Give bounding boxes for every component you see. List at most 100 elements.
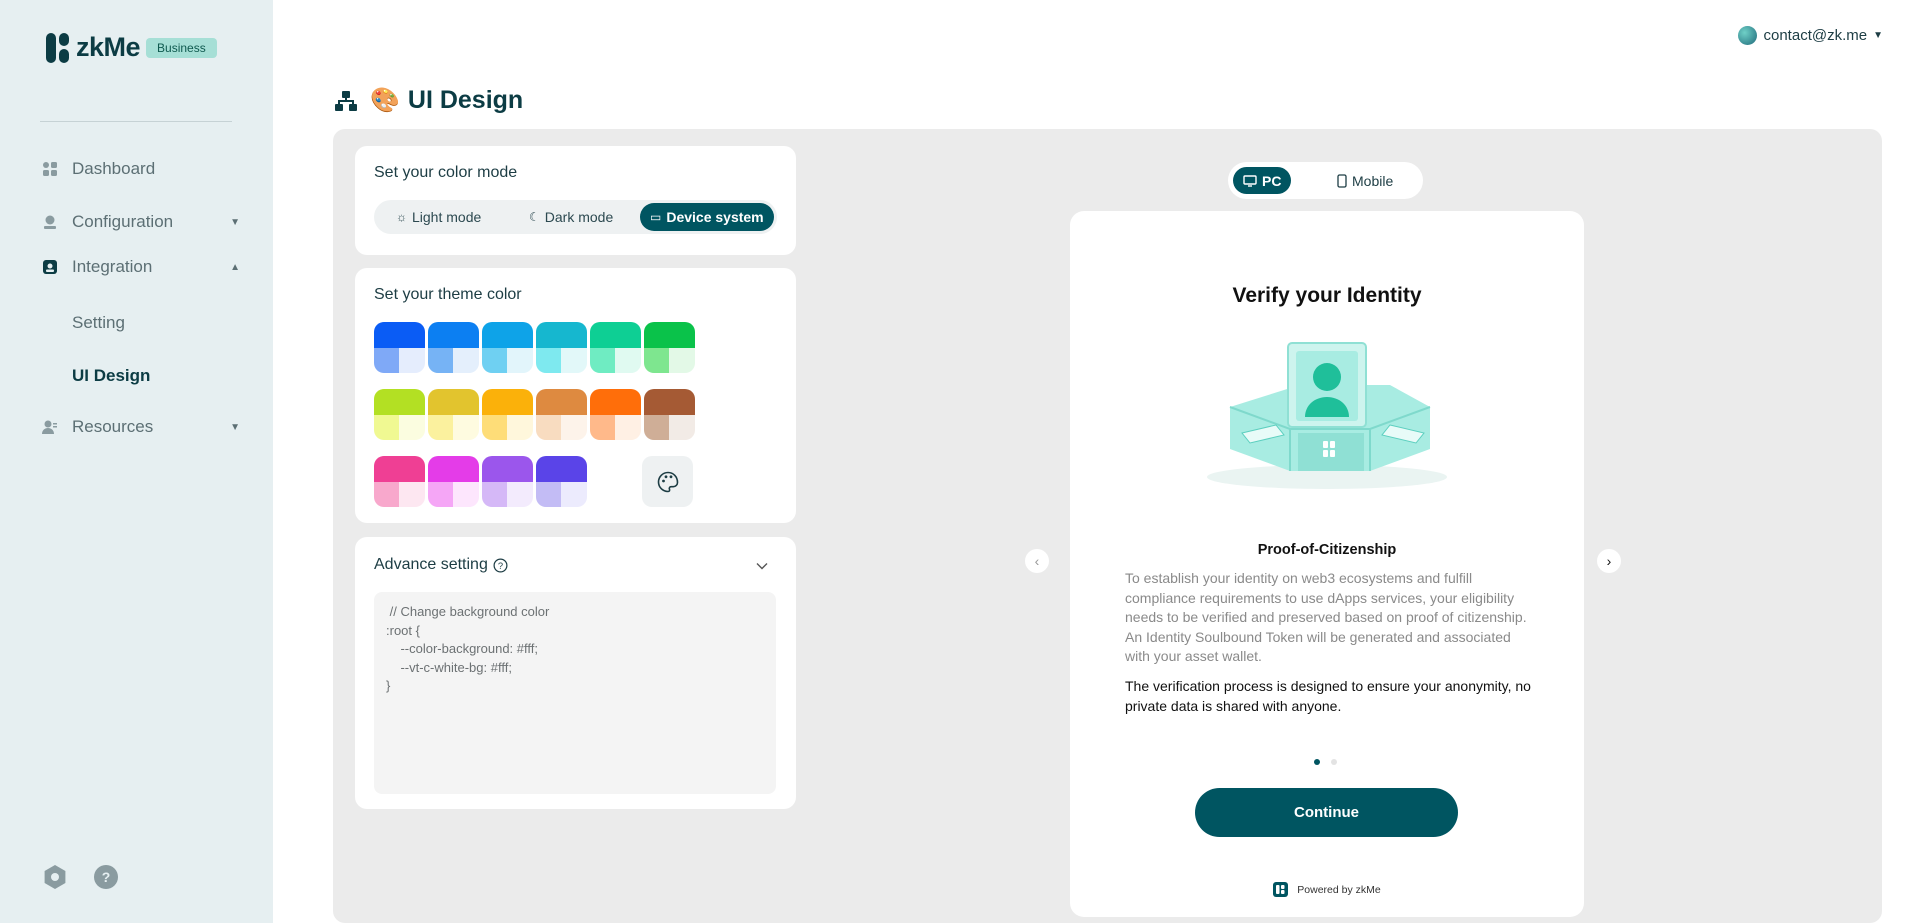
page-title-text: UI Design (407, 86, 524, 114)
theme-swatch[interactable] (536, 389, 587, 440)
laptop-icon: ▭ (650, 210, 662, 224)
code-line: --color-background: #fff; (386, 641, 538, 656)
theme-color-title: Set your theme color (374, 286, 522, 303)
continue-button[interactable]: Continue (1195, 788, 1458, 837)
brand-logo[interactable]: zkMe Business (46, 32, 217, 63)
powered-by-text: Powered by zkMe (1297, 883, 1381, 896)
theme-swatch[interactable] (428, 389, 479, 440)
theme-swatch[interactable] (374, 322, 425, 373)
chevron-up-icon: ▲ (230, 261, 240, 273)
theme-swatch[interactable] (374, 389, 425, 440)
theme-swatch[interactable] (428, 322, 479, 373)
help-circle-icon[interactable]: ? (493, 558, 508, 573)
monitor-icon (1243, 174, 1257, 187)
chevron-down-icon: ▼ (230, 216, 240, 228)
resources-icon (42, 420, 57, 434)
caret-down-icon: ▼ (1873, 30, 1883, 41)
advance-setting-card: Advance setting ? // Change background c… (355, 537, 796, 809)
sidebar-divider (40, 121, 232, 122)
preview-title: Verify your Identity (1232, 284, 1422, 307)
theme-color-card: Set your theme color (355, 268, 796, 523)
carousel-prev-button[interactable]: ‹ (1025, 549, 1049, 573)
mobile-label: Mobile (1352, 172, 1394, 189)
theme-swatch[interactable] (644, 389, 695, 440)
sidebar-subitem-ui-design[interactable]: UI Design (72, 366, 150, 386)
code-line: } (386, 678, 391, 693)
device-system-button[interactable]: ▭ Device system (640, 203, 774, 231)
palette-icon (657, 471, 678, 492)
preview-note: The verification process is designed to … (1125, 678, 1531, 714)
light-mode-button[interactable]: ☼ Light mode (396, 203, 481, 231)
zkme-logo-icon (46, 32, 69, 63)
preview-description: To establish your identity on web3 ecosy… (1125, 570, 1527, 664)
dark-mode-button[interactable]: ☾ Dark mode (529, 203, 613, 231)
identity-kiosk-illustration (1207, 342, 1447, 489)
advance-setting-title: Advance setting (374, 556, 488, 573)
theme-swatch[interactable] (374, 456, 425, 507)
pagination-dot[interactable] (1331, 759, 1337, 765)
theme-swatch[interactable] (644, 322, 695, 373)
sidebar-item-label: Configuration (72, 212, 174, 231)
powered-by: Powered by zkMe (1070, 882, 1584, 897)
custom-color-button[interactable] (642, 456, 693, 507)
css-code-editor[interactable]: // Change background color :root { --col… (374, 592, 776, 794)
svg-text:?: ? (102, 869, 111, 885)
chevron-down-icon: ▼ (230, 421, 240, 433)
chevron-right-icon: › (1606, 553, 1612, 569)
sidebar-item-label: Integration (72, 257, 153, 276)
pc-label: PC (1262, 172, 1282, 189)
sidebar-subitem-setting[interactable]: Setting (72, 313, 125, 333)
integration-icon (43, 260, 57, 274)
dashboard-icon (43, 162, 57, 176)
carousel-next-button[interactable]: › (1597, 549, 1621, 573)
code-line: // Change background color (386, 604, 550, 619)
plan-badge: Business (146, 37, 217, 58)
sitemap-icon (335, 90, 357, 111)
sidebar-item-configuration[interactable]: Configuration ▼ (42, 212, 242, 232)
brand-name: zkMe (76, 32, 141, 62)
zkme-mini-logo-icon (1273, 882, 1289, 897)
carousel-pagination (1314, 759, 1337, 765)
widget-preview: Verify your Identity Proof-of-Citizenshi… (1070, 211, 1584, 917)
sidebar-item-integration[interactable]: Integration ▲ (42, 257, 242, 277)
avatar (1737, 26, 1757, 45)
pagination-dot-active[interactable] (1314, 759, 1320, 765)
title-emoji-icon: 🎨 (370, 87, 400, 114)
code-line: :root { (386, 622, 420, 638)
dark-mode-label: Dark mode (544, 209, 614, 225)
help-icon[interactable]: ? (93, 864, 119, 890)
color-mode-card: Set your color mode ☼ Light mode ☾ Dark mo… (355, 146, 796, 255)
mobile-preview-button[interactable]: Mobile (1327, 167, 1403, 194)
light-mode-label: Light mode (412, 209, 482, 225)
chevron-down-icon[interactable] (756, 562, 768, 570)
phone-icon (1337, 173, 1347, 188)
theme-swatch[interactable] (482, 322, 533, 373)
pc-preview-button[interactable]: PC (1233, 167, 1292, 194)
theme-swatch[interactable] (536, 322, 587, 373)
svg-text:?: ? (498, 560, 503, 570)
preview-subtitle: Proof-of-Citizenship (1257, 542, 1397, 558)
chevron-left-icon: ‹ (1034, 553, 1040, 569)
config-icon (44, 215, 56, 229)
sidebar: zkMe Business Dashboard Configuration ▼ … (0, 0, 273, 923)
sidebar-item-label: Dashboard (72, 159, 156, 178)
theme-swatch[interactable] (482, 456, 533, 507)
moon-icon: ☾ (529, 210, 540, 224)
page-title: 🎨 UI Design (334, 86, 523, 115)
color-mode-selector: ☼ Light mode ☾ Dark mode ▭ Device system (374, 200, 777, 234)
theme-swatch[interactable] (428, 456, 479, 507)
sidebar-item-resources[interactable]: Resources ▼ (42, 417, 242, 437)
user-menu[interactable]: contact@zk.me ▼ (1737, 26, 1883, 45)
device-system-label: Device system (666, 209, 764, 225)
theme-swatch[interactable] (590, 322, 641, 373)
sidebar-item-label: Resources (72, 417, 154, 436)
theme-swatch[interactable] (482, 389, 533, 440)
settings-hex-icon[interactable] (42, 864, 68, 890)
advance-setting-header[interactable]: Advance setting ? (374, 556, 508, 574)
theme-swatch[interactable] (536, 456, 587, 507)
sun-icon: ☼ (396, 210, 407, 224)
code-line: --vt-c-white-bg: #fff; (386, 659, 512, 675)
sidebar-item-dashboard[interactable]: Dashboard (42, 159, 242, 179)
device-preview-toggle: PC Mobile (1228, 162, 1423, 199)
theme-swatch[interactable] (590, 389, 641, 440)
